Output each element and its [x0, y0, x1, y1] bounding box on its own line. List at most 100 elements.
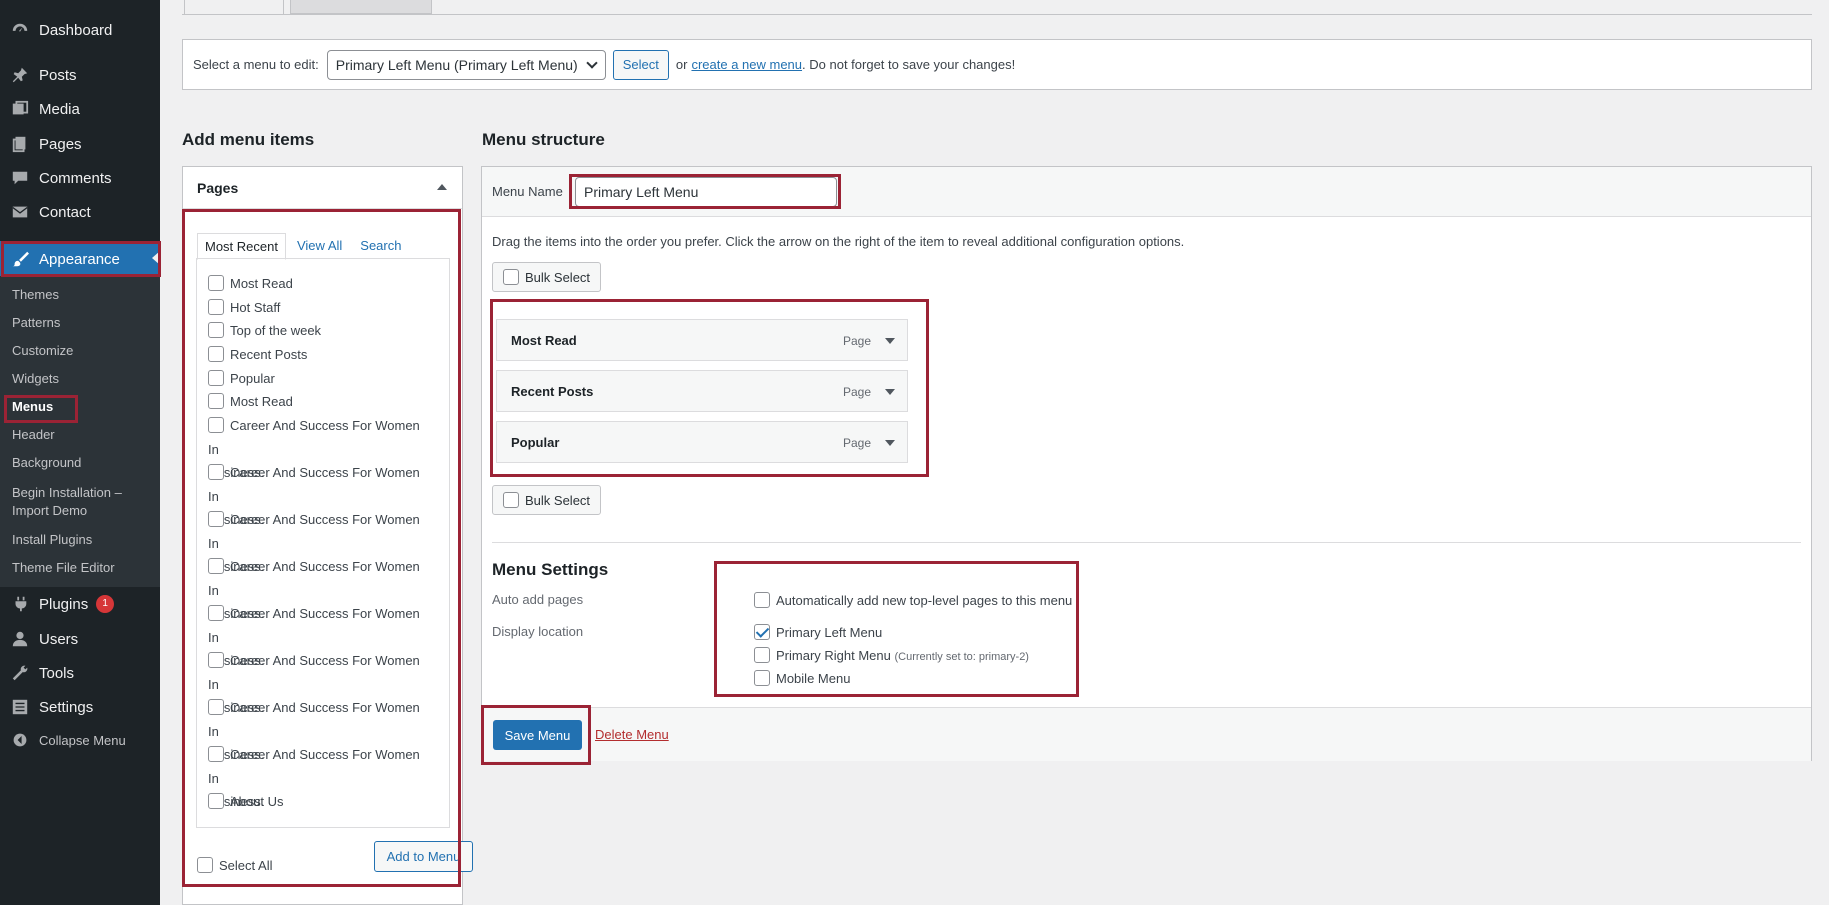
dashboard-icon	[10, 20, 30, 40]
auto-add-checkbox[interactable]	[754, 592, 770, 608]
nav-dashboard[interactable]: Dashboard	[0, 13, 160, 47]
bulk-select-top[interactable]: Bulk Select	[492, 262, 601, 292]
page-checkbox[interactable]	[208, 346, 224, 362]
list-item[interactable]: About Us	[208, 790, 433, 814]
menu-select-dropdown[interactable]: Primary Left Menu (Primary Left Menu)	[326, 49, 606, 80]
submenu-theme-file-editor[interactable]: Theme File Editor	[12, 559, 115, 577]
bulk-select-bottom[interactable]: Bulk Select	[492, 485, 601, 515]
nav-contact[interactable]: Contact	[0, 195, 160, 229]
select-button[interactable]: Select	[612, 49, 669, 80]
page-checkbox[interactable]	[208, 652, 224, 668]
nav-posts[interactable]: Posts	[0, 58, 160, 92]
nav-media[interactable]: Media	[0, 92, 160, 126]
nav-users-label: Users	[39, 630, 79, 648]
pages-panel-header[interactable]: Pages	[183, 167, 462, 209]
list-item[interactable]: Most Read	[208, 272, 433, 296]
chevron-down-icon	[586, 56, 598, 69]
auto-add-label: Auto add pages	[492, 592, 584, 607]
tab-search[interactable]: Search	[353, 233, 408, 260]
page-label: Career And Success For Women In	[208, 559, 420, 598]
page-checkbox[interactable]	[208, 299, 224, 315]
add-to-menu-button[interactable]: Add to Menu	[374, 841, 473, 872]
collapse-arrow-icon[interactable]	[437, 184, 447, 190]
collapse-menu-button[interactable]: Collapse Menu	[0, 723, 160, 757]
submenu-background[interactable]: Background	[12, 454, 81, 472]
select-all-checkbox[interactable]	[197, 857, 213, 873]
menu-select-value: Primary Left Menu (Primary Left Menu)	[335, 56, 578, 73]
menu-structure-heading: Menu structure	[482, 130, 605, 149]
nav-users[interactable]: Users	[0, 622, 160, 656]
list-item[interactable]: Most Read	[208, 390, 433, 414]
submenu-themes[interactable]: Themes	[12, 286, 59, 304]
nav-plugins[interactable]: Plugins 1	[0, 587, 160, 621]
page-checkbox[interactable]	[208, 793, 224, 809]
location-label: Primary Left Menu	[776, 625, 883, 640]
page-label: Most Read	[230, 394, 293, 409]
auto-add-option[interactable]: Automatically add new top-level pages to…	[754, 592, 1072, 608]
user-icon	[10, 629, 30, 649]
bulk-select-checkbox[interactable]	[503, 269, 519, 285]
nav-tools[interactable]: Tools	[0, 656, 160, 690]
location-primary-left[interactable]: Primary Left Menu	[754, 624, 882, 640]
list-item[interactable]: Popular	[208, 367, 433, 391]
page-checkbox[interactable]	[208, 464, 224, 480]
menu-item-toggle-icon[interactable]	[885, 440, 895, 446]
brush-icon	[10, 249, 30, 269]
mail-icon	[10, 202, 30, 222]
nav-comments[interactable]: Comments	[0, 161, 160, 195]
page-checkbox[interactable]	[208, 370, 224, 386]
menu-item-toggle-icon[interactable]	[885, 389, 895, 395]
save-menu-button[interactable]: Save Menu	[493, 720, 582, 750]
submenu-patterns[interactable]: Patterns	[12, 314, 60, 332]
tab-manage-locations[interactable]	[290, 0, 432, 14]
page-label: Career And Success For Women In	[208, 700, 420, 739]
location-checkbox[interactable]	[754, 647, 770, 663]
page-checkbox[interactable]	[208, 417, 224, 433]
location-primary-right[interactable]: Primary Right Menu (Currently set to: pr…	[754, 647, 1029, 663]
submenu-header[interactable]: Header	[12, 426, 55, 444]
nav-pages[interactable]: Pages	[0, 127, 160, 161]
select-all[interactable]: Select All	[197, 857, 272, 873]
page-checkbox[interactable]	[208, 558, 224, 574]
delete-menu-link[interactable]: Delete Menu	[595, 727, 669, 742]
list-item[interactable]: Recent Posts	[208, 343, 433, 367]
menu-item-title: Most Read	[511, 333, 577, 348]
list-item[interactable]: Top of the week	[208, 319, 433, 343]
page-checkbox[interactable]	[208, 511, 224, 527]
page-checkbox[interactable]	[208, 746, 224, 762]
page-checkbox[interactable]	[208, 699, 224, 715]
submenu-begin-installation[interactable]: Begin Installation – Import Demo	[12, 484, 122, 520]
nav-settings[interactable]: Settings	[0, 690, 160, 724]
admin-sidebar: Dashboard Posts Media Pages Comments Con…	[0, 0, 160, 905]
page-checkbox[interactable]	[208, 393, 224, 409]
submenu-widgets[interactable]: Widgets	[12, 370, 59, 388]
nav-appearance-label: Appearance	[39, 250, 120, 268]
page-checkbox[interactable]	[208, 322, 224, 338]
tab-most-recent[interactable]: Most Recent	[197, 233, 286, 260]
tab-edit-menus[interactable]	[184, 0, 284, 15]
menu-item[interactable]: Most Read Page	[496, 319, 908, 361]
pages-panel-title: Pages	[197, 179, 239, 196]
menu-item[interactable]: Recent Posts Page	[496, 370, 908, 412]
nav-settings-label: Settings	[39, 698, 94, 716]
menu-name-input[interactable]: Primary Left Menu	[575, 177, 837, 207]
bulk-select-checkbox[interactable]	[503, 492, 519, 508]
submenu-begin-installation-line2: Import Demo	[12, 503, 88, 518]
nav-appearance[interactable]: Appearance	[0, 241, 160, 277]
nav-comments-label: Comments	[39, 169, 112, 187]
display-location-label: Display location	[492, 624, 584, 639]
menu-item-toggle-icon[interactable]	[885, 338, 895, 344]
list-item[interactable]: Hot Staff	[208, 296, 433, 320]
page-checkbox[interactable]	[208, 605, 224, 621]
page-checkbox[interactable]	[208, 275, 224, 291]
submenu-menus[interactable]: Menus	[12, 398, 53, 416]
create-new-menu-link[interactable]: create a new menu	[691, 57, 802, 72]
tab-view-all[interactable]: View All	[290, 233, 349, 260]
nav-tools-label: Tools	[39, 664, 75, 682]
submenu-install-plugins[interactable]: Install Plugins	[12, 531, 92, 549]
location-checkbox[interactable]	[754, 624, 770, 640]
menu-item[interactable]: Popular Page	[496, 421, 908, 463]
location-checkbox[interactable]	[754, 670, 770, 686]
location-mobile[interactable]: Mobile Menu	[754, 670, 850, 686]
submenu-customize[interactable]: Customize	[12, 342, 73, 360]
